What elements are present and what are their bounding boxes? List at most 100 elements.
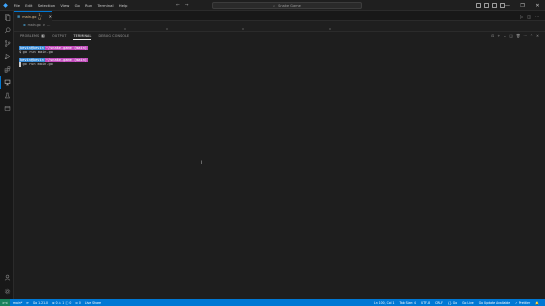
editor-actions: ▷ ◫ ⋯ (520, 11, 539, 21)
close-panel-icon[interactable]: ✕ (536, 34, 539, 38)
sync-icon[interactable]: ⟳ (26, 301, 29, 305)
terminal-shell-icon[interactable]: ⊡ (491, 34, 494, 38)
tab-badge: 1, U (38, 12, 42, 21)
window-controls: — ❐ ✕ (500, 0, 545, 11)
problems-count-badge: 1 (40, 34, 46, 38)
activity-bar (0, 11, 14, 299)
command-center-label: Snake Game (278, 3, 301, 8)
minimize-button[interactable]: — (500, 0, 515, 11)
close-window-button[interactable]: ✕ (530, 0, 545, 11)
text-cursor-icon: I (201, 160, 203, 165)
terminal-output[interactable]: kevin@kevin ~/snake-game (main) $ go run… (19, 46, 88, 70)
panel-actions: ⊡ + ⌄ ◫ 🗑 ⋯ ⌃ ✕ (491, 32, 539, 40)
go-live-status[interactable]: Go Live (462, 301, 474, 305)
breadcrumb-more[interactable]: ... (47, 23, 50, 27)
ports-status[interactable]: ⊘ 0 (75, 301, 81, 305)
tab-close-icon[interactable]: ✕ (49, 14, 52, 19)
toggle-primary-sidebar-icon[interactable] (476, 3, 481, 8)
terminal-block: kevin@kevin ~/snake-game (main) go run m… (19, 58, 88, 67)
editor-tabs: ≡ main.go 1, U ✕ ▷ ◫ ⋯ (14, 11, 545, 21)
maximize-panel-icon[interactable]: ⌃ (530, 34, 533, 38)
toggle-secondary-sidebar-icon[interactable] (492, 3, 497, 8)
editor-marker (329, 28, 331, 30)
docker-icon[interactable] (0, 102, 14, 115)
editor-marker (166, 28, 168, 30)
testing-icon[interactable] (0, 89, 14, 102)
command-text: go run main.go (22, 50, 53, 55)
search-icon: ⌕ (273, 3, 276, 8)
prettier-status[interactable]: ✓ Prettier (515, 301, 530, 305)
new-terminal-icon[interactable]: + (497, 34, 500, 38)
kill-terminal-icon[interactable]: 🗑 (516, 34, 521, 38)
status-bar: >< main* ⟳ Go 1.21.0 ⊗ 0 ⚠ 1 ⓘ 0 ⊘ 0 Liv… (0, 299, 545, 306)
explorer-icon[interactable] (0, 11, 14, 24)
menu-item-go[interactable]: Go (72, 0, 82, 11)
tab-debug-console[interactable]: DEBUG CONSOLE (98, 32, 129, 40)
branch-status[interactable]: main* (13, 301, 22, 305)
tab-output-label: OUTPUT (52, 34, 67, 38)
tab-terminal-label: TERMINAL (73, 34, 92, 38)
extensions-icon[interactable] (0, 63, 14, 76)
remote-explorer-icon[interactable] (0, 76, 14, 89)
status-bar-right: Ln 100, Col 1 Tab Size: 4 UTF-8 CRLF {} … (374, 299, 539, 306)
maximize-button[interactable]: ❐ (515, 0, 530, 11)
terminal-dropdown-icon[interactable]: ⌄ (503, 34, 506, 38)
menu-item-selection[interactable]: Selection (35, 0, 58, 11)
remote-indicator[interactable]: >< (0, 299, 10, 306)
bottom-panel: PROBLEMS 1 OUTPUT TERMINAL DEBUG CONSOLE… (14, 31, 545, 299)
source-control-icon[interactable] (0, 37, 14, 50)
search-activity-icon[interactable] (0, 24, 14, 37)
run-file-icon[interactable]: ▷ (520, 14, 523, 19)
breadcrumb-file[interactable]: main.go (28, 23, 41, 27)
notifications-bell-icon[interactable]: 🔔 (535, 301, 539, 305)
back-arrow-icon[interactable]: ← (176, 3, 180, 8)
breadcrumb: ≡ main.go > ... (14, 21, 545, 28)
tab-problems[interactable]: PROBLEMS 1 (20, 32, 46, 40)
encoding-status[interactable]: UTF-8 (421, 301, 430, 305)
accounts-icon[interactable] (0, 271, 14, 284)
menu-item-file[interactable]: File (11, 0, 23, 11)
menu-item-edit[interactable]: Edit (23, 0, 36, 11)
go-file-icon: ≡ (23, 22, 26, 27)
command-center[interactable]: ⌕ Snake Game (212, 2, 362, 9)
split-terminal-icon[interactable]: ◫ (509, 34, 512, 38)
editor-marker (242, 28, 244, 30)
terminal-block: kevin@kevin ~/snake-game (main) $ go run… (19, 46, 88, 55)
tab-problems-label: PROBLEMS (20, 34, 40, 38)
terminal-cursor (19, 62, 21, 67)
language-status[interactable]: {} Go (448, 301, 457, 305)
more-actions-icon[interactable]: ⋯ (523, 34, 527, 38)
tab-terminal[interactable]: TERMINAL (73, 32, 92, 40)
cursor-position-status[interactable]: Ln 100, Col 1 (374, 301, 394, 305)
command-line: go run main.go (19, 62, 88, 67)
command-line: $ go run main.go (19, 50, 88, 54)
settings-gear-icon[interactable] (0, 285, 14, 298)
eol-status[interactable]: CRLF (435, 301, 443, 305)
command-text: go run main.go (22, 62, 53, 67)
go-version-status[interactable]: Go 1.21.0 (33, 301, 48, 305)
title-bar: ◆ File Edit Selection View Go Run Termin… (0, 0, 545, 11)
navigation-arrows: ← → (176, 0, 189, 11)
menu-bar: File Edit Selection View Go Run Terminal… (11, 0, 130, 11)
forward-arrow-icon[interactable]: → (185, 3, 189, 8)
tab-output[interactable]: OUTPUT (52, 32, 66, 40)
split-editor-icon[interactable]: ◫ (527, 14, 531, 19)
vscode-logo-icon: ◆ (3, 1, 8, 9)
toggle-panel-icon[interactable] (484, 3, 489, 8)
tab-size-status[interactable]: Tab Size: 4 (399, 301, 416, 305)
menu-item-run[interactable]: Run (82, 0, 94, 11)
editor-marker (124, 28, 126, 30)
breadcrumb-separator: > (42, 22, 46, 27)
tab-debug-console-label: DEBUG CONSOLE (98, 34, 130, 38)
menu-item-view[interactable]: View (58, 0, 72, 11)
problems-status[interactable]: ⊗ 0 ⚠ 1 ⓘ 0 (52, 300, 71, 305)
run-and-debug-icon[interactable] (0, 50, 14, 63)
liveshare-status[interactable]: Live Share (85, 301, 101, 305)
status-bar-left: main* ⟳ Go 1.21.0 ⊗ 0 ⚠ 1 ⓘ 0 ⊘ 0 Live S… (10, 300, 101, 306)
menu-item-help[interactable]: Help (116, 0, 130, 11)
tab-main-go[interactable]: ≡ main.go 1, U ✕ (14, 11, 52, 21)
panel-tabs: PROBLEMS 1 OUTPUT TERMINAL DEBUG CONSOLE (14, 32, 545, 40)
menu-item-terminal[interactable]: Terminal (95, 0, 116, 11)
more-actions-icon[interactable]: ⋯ (535, 14, 539, 19)
golang-update-status[interactable]: Go Update Available (479, 301, 510, 305)
